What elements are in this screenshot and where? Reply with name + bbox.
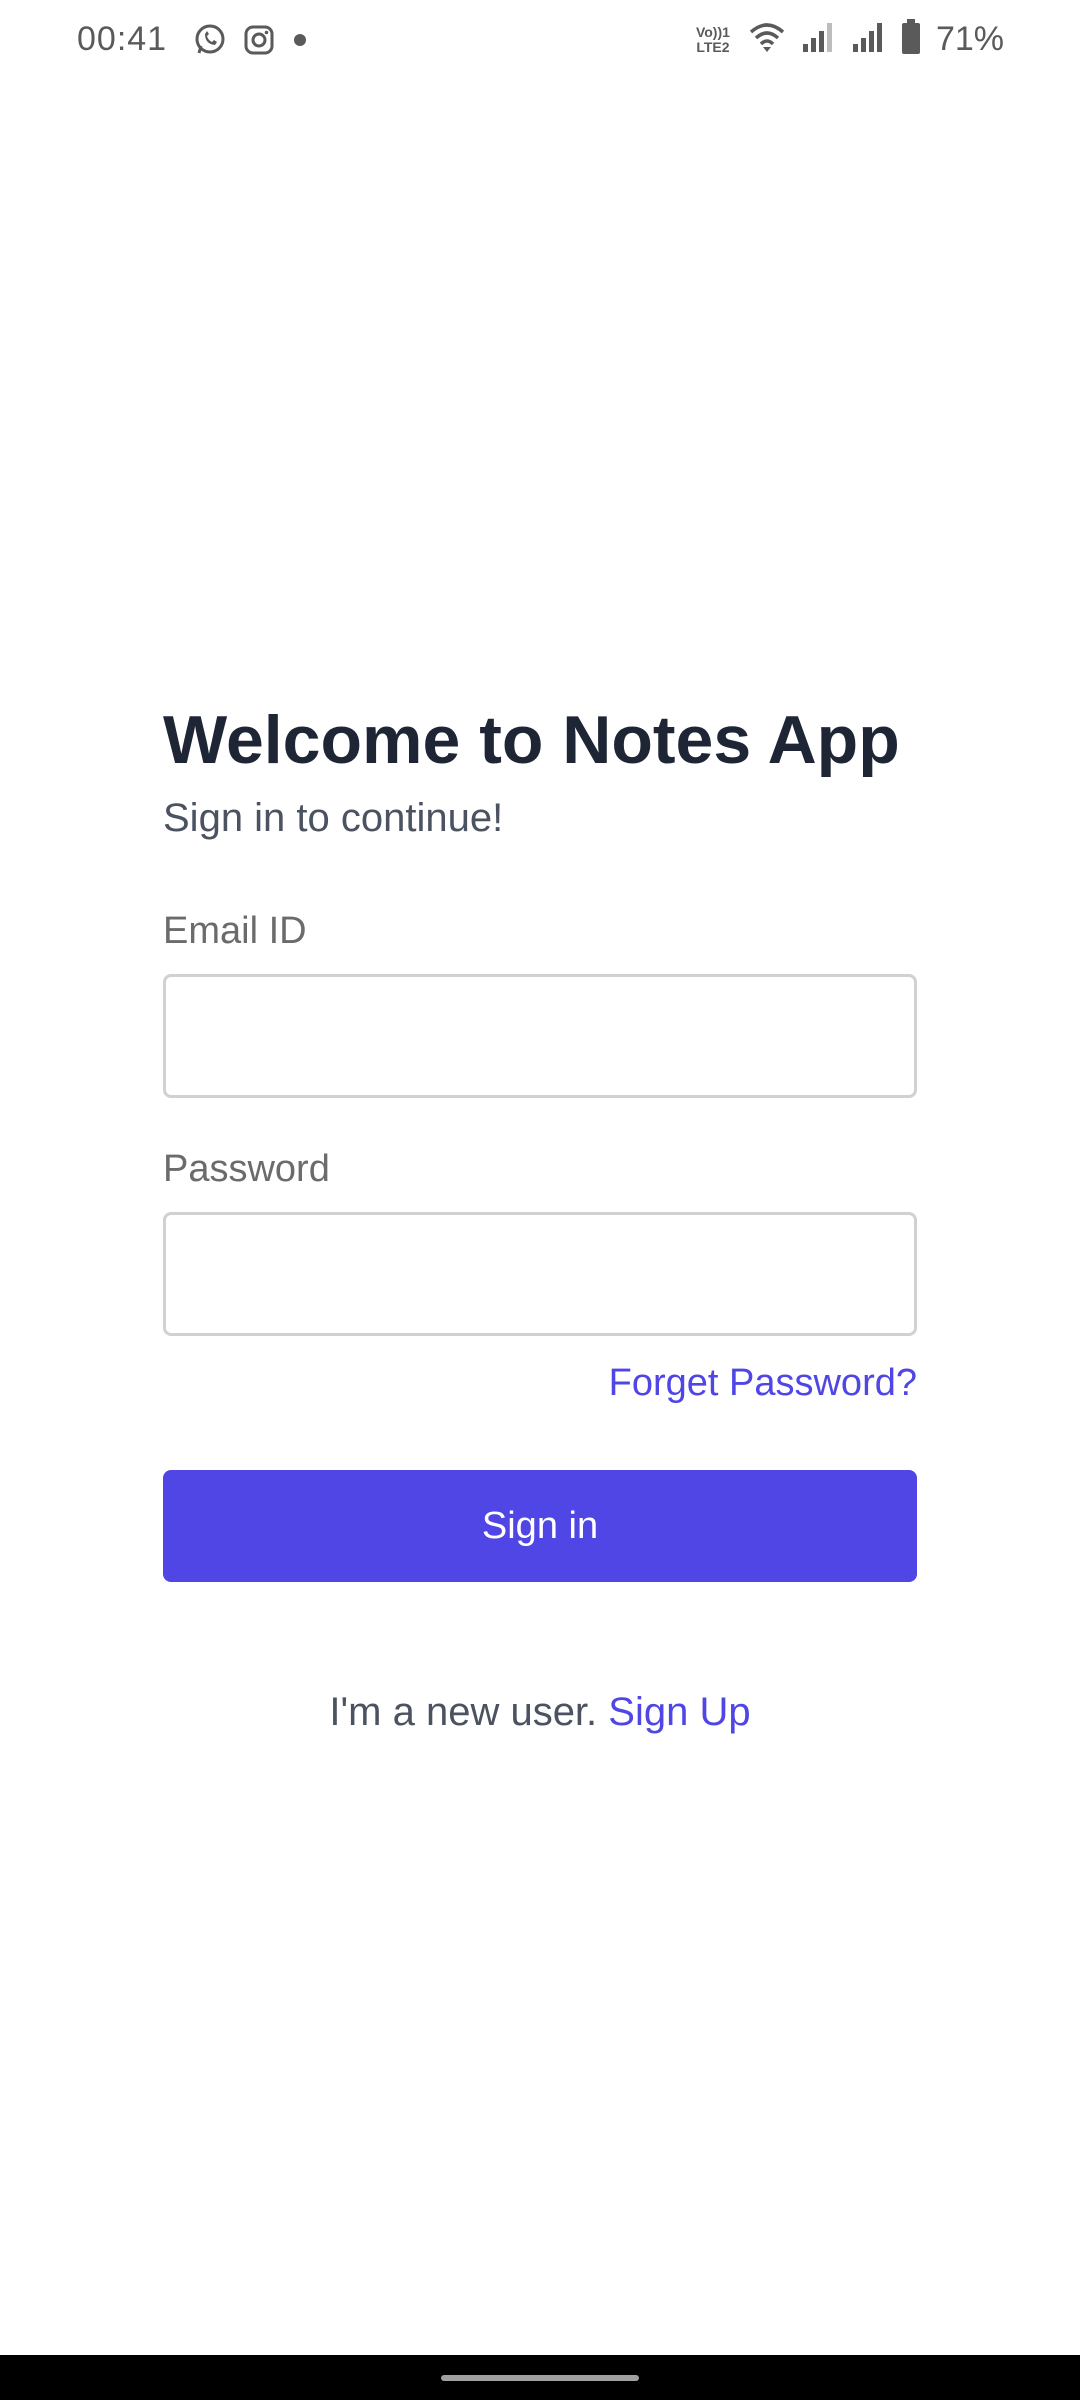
page-title: Welcome to Notes App [163, 702, 900, 778]
signal-2-icon [850, 20, 886, 59]
instagram-icon [242, 23, 276, 62]
page-subtitle: Sign in to continue! [163, 796, 504, 840]
navigation-bar [0, 2355, 1080, 2400]
sign-in-form: Welcome to Notes App Sign in to continue… [163, 700, 917, 1736]
forgot-password-link[interactable]: Forget Password? [609, 1362, 917, 1404]
home-indicator[interactable] [441, 2375, 639, 2381]
dot-icon [290, 30, 310, 55]
password-field[interactable] [163, 1212, 917, 1336]
signal-1-icon [800, 20, 836, 59]
system-icons: Vo))1 LTE2 71% [692, 18, 1004, 61]
password-label: Password [163, 1148, 330, 1190]
volte-indicator: Vo))1 LTE2 [692, 23, 734, 55]
notification-icons [192, 22, 310, 63]
forgot-password-row: Forget Password? [163, 1360, 917, 1414]
volte-line-2: LTE2 [696, 38, 730, 55]
sign-in-button[interactable]: Sign in [163, 1470, 917, 1582]
wifi-icon [748, 20, 786, 59]
sign-up-row: I'm a new user. Sign Up [163, 1688, 917, 1736]
whatsapp-icon [192, 22, 228, 63]
status-bar: 00:41 Vo))1 LTE2 71% [0, 0, 1080, 84]
new-user-text: I'm a new user. [329, 1690, 609, 1734]
email-field[interactable] [163, 974, 917, 1098]
battery-percent: 71% [935, 20, 1004, 58]
email-label: Email ID [163, 910, 307, 952]
sign-up-link[interactable]: Sign Up [608, 1690, 750, 1734]
status-time: 00:41 [77, 20, 168, 58]
volte-line-1: Vo))1 [695, 23, 730, 40]
battery-icon [900, 18, 922, 61]
